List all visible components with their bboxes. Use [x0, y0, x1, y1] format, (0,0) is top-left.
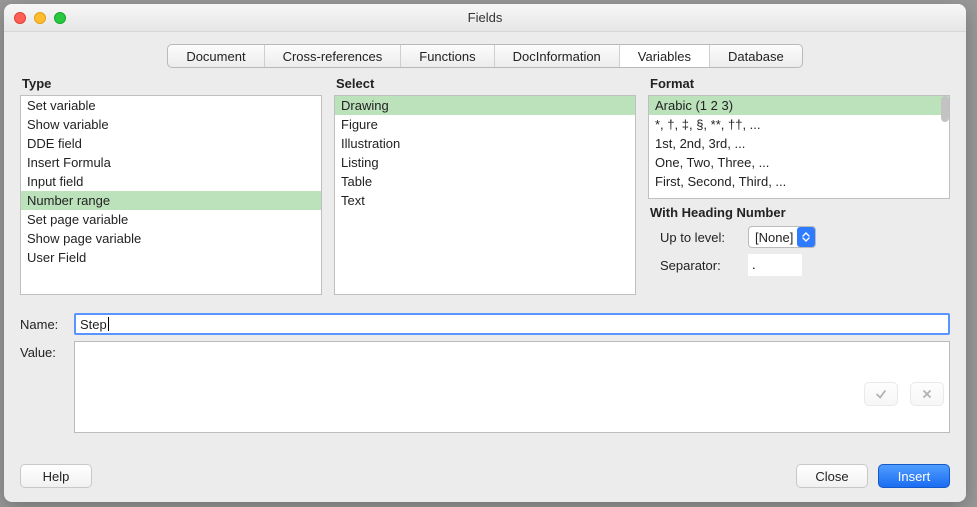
type-item[interactable]: Show page variable — [21, 229, 321, 248]
separator-label: Separator: — [660, 258, 740, 273]
select-listbox[interactable]: DrawingFigureIllustrationListingTableTex… — [334, 95, 636, 295]
format-item[interactable]: One, Two, Three, ... — [649, 153, 949, 172]
select-item[interactable]: Illustration — [335, 134, 635, 153]
type-item[interactable]: DDE field — [21, 134, 321, 153]
type-item[interactable]: Number range — [21, 191, 321, 210]
type-listbox[interactable]: Set variableShow variableDDE fieldInsert… — [20, 95, 322, 295]
up-to-level-value: [None] — [755, 230, 793, 245]
type-item[interactable]: Insert Formula — [21, 153, 321, 172]
tab-cross-references[interactable]: Cross-references — [265, 45, 402, 67]
fields-dialog: Fields DocumentCross-referencesFunctions… — [4, 4, 966, 502]
format-item[interactable]: First, Second, Third, ... — [649, 172, 949, 191]
select-item[interactable]: Figure — [335, 115, 635, 134]
titlebar: Fields — [4, 4, 966, 32]
help-button[interactable]: Help — [20, 464, 92, 488]
tab-variables[interactable]: Variables — [620, 45, 710, 67]
tab-document[interactable]: Document — [168, 45, 264, 67]
tab-docinformation[interactable]: DocInformation — [495, 45, 620, 67]
insert-button[interactable]: Insert — [878, 464, 950, 488]
type-item[interactable]: Input field — [21, 172, 321, 191]
select-item[interactable]: Listing — [335, 153, 635, 172]
apply-button[interactable] — [864, 382, 898, 406]
scrollbar-thumb[interactable] — [941, 96, 949, 122]
type-item[interactable]: Set page variable — [21, 210, 321, 229]
value-textarea[interactable] — [74, 341, 950, 433]
select-column-label: Select — [336, 76, 636, 91]
type-item[interactable]: Show variable — [21, 115, 321, 134]
chevron-up-down-icon — [797, 227, 815, 247]
select-item[interactable]: Text — [335, 191, 635, 210]
select-item[interactable]: Table — [335, 172, 635, 191]
tab-database[interactable]: Database — [710, 45, 802, 67]
zoom-window-icon[interactable] — [54, 12, 66, 24]
x-icon — [920, 387, 934, 401]
up-to-level-select[interactable]: [None] — [748, 226, 816, 248]
close-button[interactable]: Close — [796, 464, 868, 488]
minimize-window-icon[interactable] — [34, 12, 46, 24]
type-item[interactable]: User Field — [21, 248, 321, 267]
text-caret — [108, 317, 109, 331]
name-input[interactable]: Step — [74, 313, 950, 335]
close-window-icon[interactable] — [14, 12, 26, 24]
format-item[interactable]: *, †, ‡, §, **, ††, ... — [649, 115, 949, 134]
type-item[interactable]: Set variable — [21, 96, 321, 115]
delete-button[interactable] — [910, 382, 944, 406]
type-column-label: Type — [22, 76, 322, 91]
with-heading-number-label: With Heading Number — [650, 205, 950, 220]
check-icon — [874, 387, 888, 401]
format-column-label: Format — [650, 76, 950, 91]
window-title: Fields — [4, 10, 966, 25]
name-label: Name: — [20, 313, 66, 332]
format-item[interactable]: 1st, 2nd, 3rd, ... — [649, 134, 949, 153]
format-listbox[interactable]: Arabic (1 2 3)*, †, ‡, §, **, ††, ...1st… — [648, 95, 950, 199]
name-input-text: Step — [80, 317, 107, 332]
select-item[interactable]: Drawing — [335, 96, 635, 115]
tab-functions[interactable]: Functions — [401, 45, 494, 67]
up-to-level-label: Up to level: — [660, 230, 740, 245]
format-item[interactable]: Arabic (1 2 3) — [649, 96, 949, 115]
separator-input[interactable] — [748, 254, 802, 276]
tab-bar: DocumentCross-referencesFunctionsDocInfo… — [167, 44, 802, 68]
value-label: Value: — [20, 341, 66, 360]
